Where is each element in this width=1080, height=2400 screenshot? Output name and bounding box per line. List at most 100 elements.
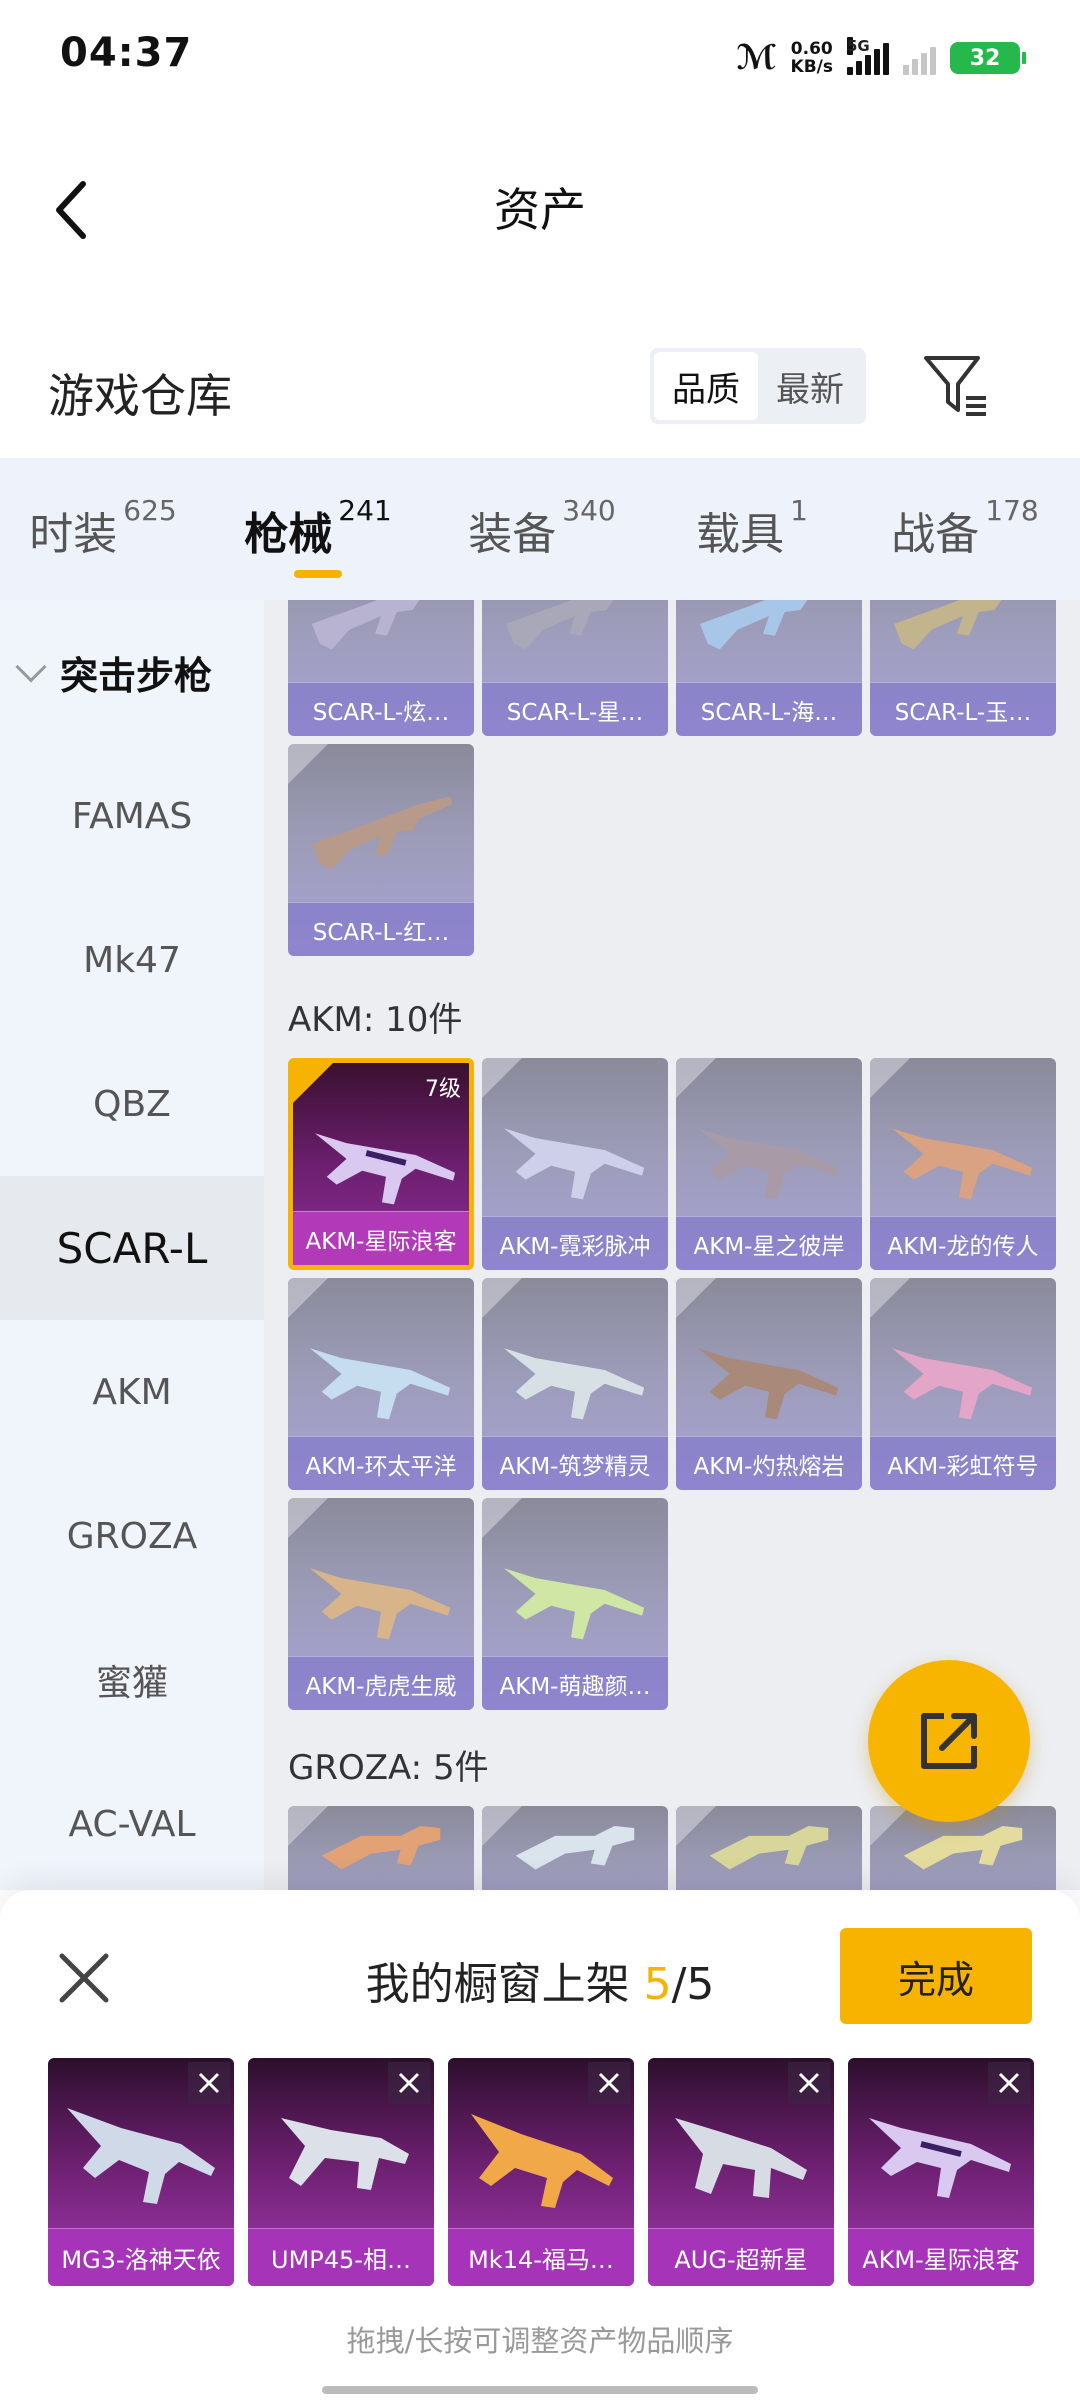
sidebar-item-mk47[interactable]: Mk47 — [0, 888, 264, 1032]
skin-name: AKM-龙的传人 — [870, 1216, 1056, 1270]
showcase-item[interactable]: AUG-超新星 — [648, 2058, 834, 2286]
rifle-icon — [515, 1826, 635, 1870]
rifle-icon — [311, 600, 420, 650]
tab-count: 340 — [562, 494, 616, 527]
showcase-item[interactable]: MG3-洛神天依 — [48, 2058, 234, 2286]
page-title: 资产 — [494, 183, 586, 237]
showcase-item[interactable]: Mk14-福马… — [448, 2058, 634, 2286]
rifle-icon — [321, 1826, 441, 1870]
skin-name: SCAR-L-红… — [288, 902, 474, 956]
remove-item-button[interactable] — [988, 2062, 1030, 2104]
showcase-sheet: 我的橱窗上架 5/5 完成 MG3-洛神天依 UMP45-相… Mk14-福马…… — [0, 1890, 1080, 2400]
network-type: 5G — [847, 37, 870, 55]
showcase-item[interactable]: AKM-星际浪客 — [848, 2058, 1034, 2286]
tab-count: 625 — [123, 494, 177, 527]
rifle-icon — [503, 1568, 645, 1640]
chevron-down-icon — [15, 651, 47, 683]
skin-card[interactable]: SCAR-L-海… — [676, 600, 862, 736]
skin-card[interactable]: SCAR-L-星… — [482, 600, 668, 736]
rifle-icon — [503, 1128, 645, 1200]
skin-card[interactable]: AKM-灼热熔岩 — [676, 1278, 862, 1490]
skin-card[interactable]: AKM-星之彼岸 — [676, 1058, 862, 1270]
warehouse-bar: 游戏仓库 品质 最新 — [0, 290, 1080, 458]
close-icon — [398, 2072, 420, 2094]
showcase-item[interactable]: UMP45-相… — [248, 2058, 434, 2286]
sort-latest-button[interactable]: 最新 — [758, 352, 862, 420]
tab-label: 时装 — [29, 509, 118, 560]
skin-card[interactable]: SCAR-L-炫… — [288, 600, 474, 736]
tab-count: 241 — [338, 494, 392, 527]
sidebar-item-groza[interactable]: GROZA — [0, 1464, 264, 1608]
rifle-icon — [311, 796, 453, 870]
weapon-type-sidebar: 突击步枪 FAMAS Mk47 QBZ SCAR-L AKM GROZA 蜜獾 … — [0, 600, 264, 1890]
skin-card[interactable]: AKM-霓彩脉冲 — [482, 1058, 668, 1270]
share-fab-button[interactable] — [868, 1660, 1030, 1822]
tab-equipment[interactable]: 装备 340 — [430, 458, 654, 600]
sidebar-item-famas[interactable]: FAMAS — [0, 744, 264, 888]
skin-card[interactable]: AKM-虎虎生威 — [288, 1498, 474, 1710]
screen: { "status": {"time": "04:37", "speed_val… — [0, 0, 1080, 2400]
sidebar-item-qbz[interactable]: QBZ — [0, 1032, 264, 1176]
rifle-icon — [309, 1568, 451, 1640]
battery-level: 32 — [969, 45, 1001, 71]
skin-card[interactable] — [676, 1806, 862, 1890]
skin-name: AKM-萌趣颜… — [482, 1656, 668, 1710]
showcase-item-name: AKM-星际浪客 — [848, 2228, 1034, 2286]
tab-supplies[interactable]: 战备 178 — [850, 458, 1080, 600]
showcase-count-sep: / — [671, 1959, 687, 2010]
close-icon — [598, 2072, 620, 2094]
skin-name: SCAR-L-星… — [482, 682, 668, 736]
close-icon — [798, 2072, 820, 2094]
sidebar-group-assault-rifles[interactable]: 突击步枪 — [0, 600, 264, 744]
home-indicator[interactable] — [322, 2386, 758, 2394]
akm-section-title: AKM: 10件 — [288, 1000, 463, 1040]
groza-section-title: GROZA: 5件 — [288, 1748, 489, 1788]
sidebar-item-akm[interactable]: AKM — [0, 1320, 264, 1464]
tab-fashion[interactable]: 时装 625 — [0, 458, 206, 600]
done-button[interactable]: 完成 — [840, 1928, 1032, 2024]
skin-card[interactable] — [288, 1806, 474, 1890]
remove-item-button[interactable] — [788, 2062, 830, 2104]
tab-label: 装备 — [468, 509, 557, 560]
tab-label: 枪械 — [244, 509, 333, 560]
showcase-count-total: 5 — [686, 1959, 715, 2010]
rifle-icon — [309, 1348, 451, 1420]
rifle-icon — [709, 1826, 829, 1870]
skin-card[interactable] — [482, 1806, 668, 1890]
remove-item-button[interactable] — [588, 2062, 630, 2104]
skin-name: AKM-环太平洋 — [288, 1436, 474, 1490]
remove-item-button[interactable] — [388, 2062, 430, 2104]
remove-item-button[interactable] — [188, 2062, 230, 2104]
showcase-item-name: MG3-洛神天依 — [48, 2228, 234, 2286]
skin-card[interactable]: SCAR-L-玉… — [870, 600, 1056, 736]
skin-card[interactable]: AKM-环太平洋 — [288, 1278, 474, 1490]
skin-name: AKM-虎虎生威 — [288, 1656, 474, 1710]
battery-icon: 32 — [950, 42, 1026, 74]
scar-l-grid: SCAR-L-炫… SCAR-L-星… SCAR-L-海… SCAR-L-玉… … — [288, 600, 1080, 956]
signal-secondary-icon — [903, 41, 936, 75]
sidebar-item-scar-l[interactable]: SCAR-L — [0, 1176, 264, 1320]
tab-firearms[interactable]: 枪械 241 — [206, 458, 430, 600]
skin-card[interactable]: AKM-萌趣颜… — [482, 1498, 668, 1710]
tab-label: 载具 — [696, 509, 785, 560]
tab-vehicles[interactable]: 载具 1 — [654, 458, 850, 600]
showcase-title-text: 我的橱窗上架 — [365, 1959, 630, 2010]
skin-card[interactable]: SCAR-L-红… — [288, 744, 474, 956]
sort-toggle: 品质 最新 — [650, 348, 866, 424]
sort-quality-button[interactable]: 品质 — [654, 352, 758, 420]
sidebar-item-ac-val[interactable]: AC-VAL — [0, 1752, 264, 1896]
rifle-icon — [891, 1348, 1033, 1420]
rifle-icon — [891, 1128, 1033, 1200]
sidebar-group-label: 突击步枪 — [60, 653, 213, 698]
skin-card[interactable]: AKM-龙的传人 — [870, 1058, 1056, 1270]
status-time: 04:37 — [60, 30, 193, 76]
showcase-item-name: Mk14-福马… — [448, 2228, 634, 2286]
skin-card-selected[interactable]: 7级 AKM-星际浪客 — [288, 1058, 474, 1270]
skin-name: SCAR-L-玉… — [870, 682, 1056, 736]
sidebar-item-honey-badger[interactable]: 蜜獾 — [0, 1608, 264, 1752]
skin-card[interactable]: AKM-筑梦精灵 — [482, 1278, 668, 1490]
filter-icon[interactable] — [920, 350, 992, 422]
skin-card[interactable]: AKM-彩虹符号 — [870, 1278, 1056, 1490]
speed-value: 0.60 — [790, 39, 833, 59]
share-external-icon — [921, 1713, 977, 1769]
